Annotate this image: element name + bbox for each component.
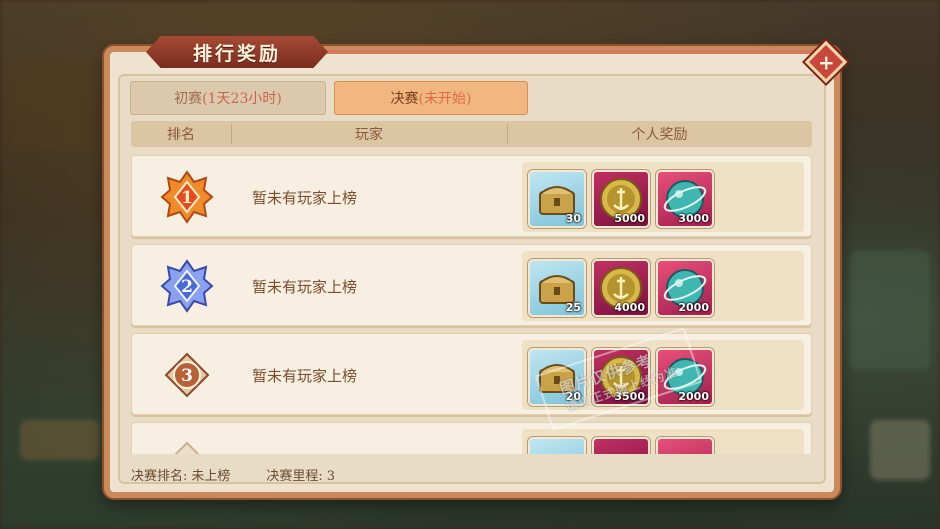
reward-quantity: 30 [565,212,581,225]
panel-title-text: 排行奖励 [192,42,281,65]
anchor-coin-icon[interactable] [592,437,650,454]
final-rank-value: 未上榜 [191,468,231,484]
player-name: 暂未有玩家上榜 [252,366,358,385]
column-rewards: 个人奖励 [631,127,688,143]
treasure-chest-icon[interactable]: 30 [528,170,586,228]
tab-preliminary[interactable]: 初赛 (1天23小时) [130,81,326,115]
reward-quantity: 25 [565,301,581,314]
rewards-box: 25 4000 2000 [522,251,804,321]
tab-final-status: (未开始) [418,91,472,107]
reward-quantity: 2000 [678,390,709,403]
final-rank: 决赛排名: 未上榜 [131,465,230,484]
table-header: 排名 玩家 个人奖励 [131,121,812,147]
column-player: 玩家 [355,127,383,143]
treasure-chest-icon[interactable]: 25 [528,259,586,317]
final-rank-label: 决赛排名: [131,468,188,484]
rank-2-number: 2 [181,277,193,297]
rewards-box [522,429,804,454]
rank-3-badge-icon: 3 [164,352,210,398]
ranking-row [131,422,812,454]
tab-final[interactable]: 决赛 (未开始) [334,81,528,115]
footer-status: 决赛排名: 未上榜 决赛里程: 3 [131,462,335,486]
reward-quantity: 5000 [614,212,645,225]
close-icon: + [817,49,835,74]
anchor-coin-icon[interactable]: 4000 [592,259,650,317]
final-mileage-label: 决赛里程: [266,468,323,484]
column-rank: 排名 [167,127,195,143]
ranking-row: 3 暂未有玩家上榜 20 3500 2000 [131,333,812,415]
ranking-row: 1 暂未有玩家上榜 30 5000 3000 [131,155,812,237]
reward-quantity: 2000 [678,301,709,314]
player-name: 暂未有玩家上榜 [252,277,358,296]
compass-orb-icon[interactable]: 2000 [656,259,714,317]
tab-preliminary-label: 初赛 [174,91,203,107]
rank-3-number: 3 [181,366,193,386]
panel-title: 排行奖励 [146,36,328,68]
rank-1-number: 1 [181,188,193,208]
compass-orb-icon[interactable]: 3000 [656,170,714,228]
reward-quantity: 4000 [614,301,645,314]
treasure-chest-icon[interactable] [528,437,586,454]
reward-quantity: 3000 [678,212,709,225]
title-decoration [300,50,820,54]
player-name: 暂未有玩家上榜 [252,188,358,207]
anchor-coin-icon[interactable]: 5000 [592,170,650,228]
final-mileage: 决赛里程: 3 [266,465,335,484]
rewards-box: 30 5000 3000 [522,162,804,232]
rank-2-badge-icon: 2 [160,259,214,313]
final-mileage-value: 3 [326,468,336,484]
compass-orb-icon[interactable] [656,437,714,454]
ranking-row: 2 暂未有玩家上榜 25 4000 2000 [131,244,812,326]
tab-final-label: 决赛 [390,91,419,107]
tab-preliminary-status: (1天23小时) [202,91,282,107]
rank-badge-icon [174,441,200,454]
ranking-list[interactable]: 1 暂未有玩家上榜 30 5000 3000 2 暂未有玩家上榜 25 4000… [131,152,812,454]
rank-1-badge-icon: 1 [160,170,214,224]
